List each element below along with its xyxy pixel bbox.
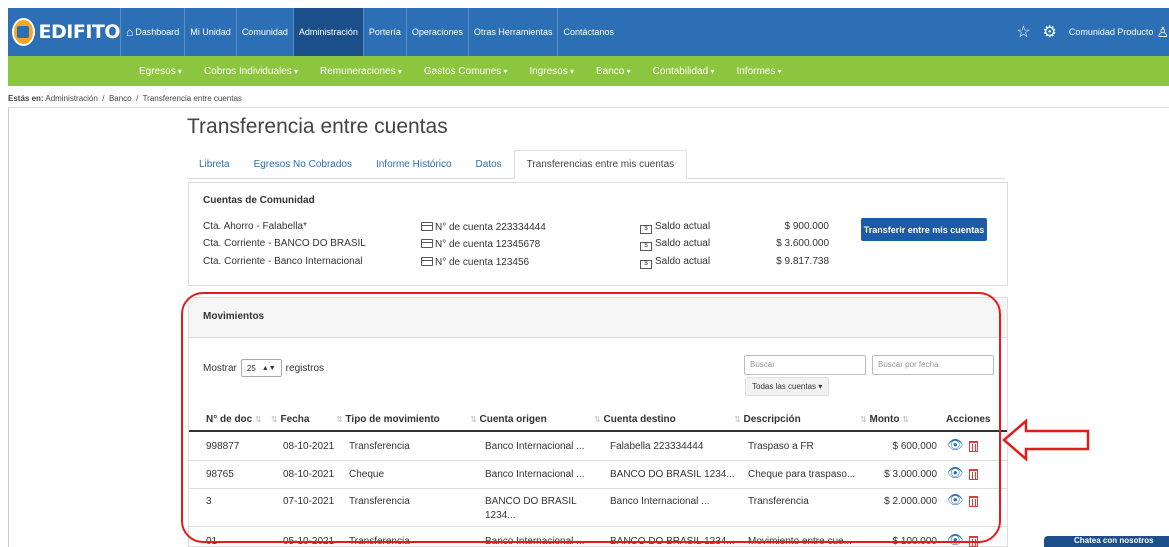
tab-bar: Libreta Egresos No Cobrados Informe Hist…: [187, 150, 1005, 179]
credit-card-icon: [421, 257, 433, 266]
tab-transferencias[interactable]: Transferencias entre mis cuentas: [513, 150, 688, 179]
annotation-arrow-icon: [1002, 418, 1090, 462]
subnav-contabilidad[interactable]: Contabilidad: [642, 66, 726, 77]
account-balance: $ 900.000: [784, 221, 830, 232]
nav-operaciones[interactable]: Operaciones: [405, 8, 468, 56]
money-icon: $: [640, 260, 652, 269]
home-icon: ⌂: [126, 25, 134, 39]
accounts-panel-title: Cuentas de Comunidad: [203, 195, 315, 206]
nav-dashboard[interactable]: ⌂ Dashboard: [120, 8, 184, 56]
nav-otras-herramientas[interactable]: Otras Herramientas: [467, 8, 558, 56]
subnav-remuneraciones[interactable]: Remuneraciones: [309, 66, 413, 77]
logo-text: EDIFITO: [38, 21, 121, 43]
subnav-informes[interactable]: Informes: [725, 66, 792, 77]
account-number: N° de cuenta 223334444: [435, 222, 546, 233]
credit-card-icon: [421, 239, 433, 248]
account-balance: $ 9.817.738: [776, 256, 829, 267]
account-number: N° de cuenta 12345678: [435, 239, 541, 250]
nav-porteria[interactable]: Portería: [362, 8, 406, 56]
top-navbar: EDIFITO ⌂ Dashboard Mi Unidad Comunidad A…: [8, 8, 1169, 56]
nav-mi-unidad[interactable]: Mi Unidad: [184, 8, 236, 56]
balance-label: Saldo actual: [655, 221, 711, 232]
building-logo-icon: [12, 18, 35, 46]
tab-libreta[interactable]: Libreta: [187, 150, 242, 179]
nav-contactanos[interactable]: Contáctanos: [557, 8, 619, 56]
top-right-tools: ☆ ⚙ Comunidad Producto ♙: [1016, 8, 1169, 56]
subnav-banco[interactable]: Banco: [585, 66, 642, 77]
account-name: Cta. Corriente - BANCO DO BRASIL: [203, 238, 366, 249]
subnav-egresos[interactable]: Egresos: [128, 66, 193, 77]
sub-navbar: Egresos Cobros Individuales Remuneracion…: [8, 56, 1169, 86]
credit-card-icon: [421, 222, 433, 231]
account-number: N° de cuenta 123456: [435, 257, 530, 268]
nav-administracion[interactable]: Administración: [292, 8, 363, 56]
breadcrumb: Estás en: Administración / Banco / Trans…: [8, 94, 242, 103]
account-name: Cta. Corriente - Banco Internacional: [203, 256, 363, 267]
balance-label: Saldo actual: [655, 238, 711, 249]
highlight-annotation-box: [181, 292, 1001, 543]
tab-datos[interactable]: Datos: [464, 150, 514, 179]
gear-icon[interactable]: ⚙: [1043, 22, 1057, 42]
page-left-border: [8, 108, 9, 547]
tab-informe-historico[interactable]: Informe Histórico: [364, 150, 464, 179]
breadcrumb-path[interactable]: Administración / Banco / Transferencia e…: [45, 94, 242, 103]
subnav-gastos-comunes[interactable]: Gastos Comunes: [413, 66, 519, 77]
subnav-cobros-individuales[interactable]: Cobros Individuales: [193, 66, 309, 77]
breadcrumb-prefix: Estás en:: [8, 94, 44, 103]
user-icon[interactable]: ♙: [1156, 24, 1169, 41]
money-icon: $: [640, 225, 652, 234]
account-balance: $ 3.600.000: [776, 238, 829, 249]
accounts-panel: Cuentas de Comunidad Cta. Ahorro - Falab…: [188, 182, 1008, 286]
tab-egresos-no-cobrados[interactable]: Egresos No Cobrados: [242, 150, 364, 179]
subnav-ingresos[interactable]: Ingresos: [518, 66, 585, 77]
community-selector[interactable]: Comunidad Producto: [1069, 27, 1154, 37]
top-nav-menu: ⌂ Dashboard Mi Unidad Comunidad Administr…: [120, 8, 619, 56]
account-name: Cta. Ahorro - Falabella*: [203, 221, 307, 232]
money-icon: $: [640, 242, 652, 251]
page-title: Transferencia entre cuentas: [187, 115, 448, 138]
balance-label: Saldo actual: [655, 256, 711, 267]
star-icon[interactable]: ☆: [1016, 22, 1030, 42]
divider: [8, 107, 1169, 108]
account-row: Cta. Corriente - Banco Internacional N° …: [189, 256, 1009, 272]
transfer-accounts-button[interactable]: Transferir entre mis cuentas: [861, 218, 987, 241]
nav-comunidad[interactable]: Comunidad: [235, 8, 293, 56]
edifito-logo[interactable]: EDIFITO: [8, 8, 121, 56]
chat-button[interactable]: Chatea con nosotros: [1044, 536, 1169, 547]
